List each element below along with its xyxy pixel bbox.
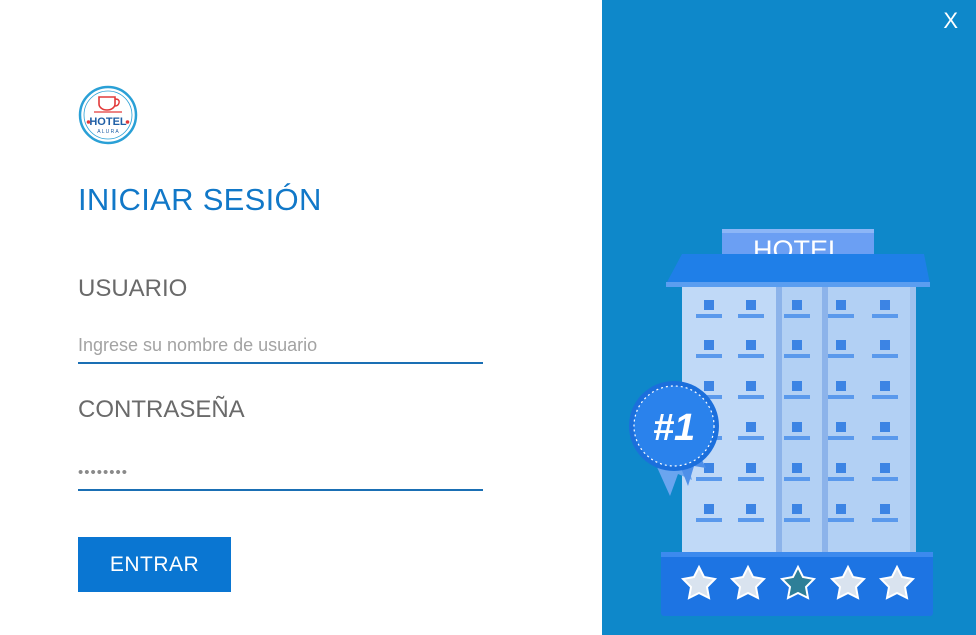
hotel-logo: HOTEL A L U R A [78,85,138,145]
close-button[interactable]: X [943,8,958,34]
svg-text:HOTEL: HOTEL [89,116,127,128]
hotel-illustration-panel: X HOTEL #1 [602,0,976,635]
svg-text:#1: #1 [653,407,695,449]
username-label: USUARIO [78,275,188,302]
password-input[interactable] [78,455,483,491]
page-title: INICIAR SESIÓN [78,182,322,217]
svg-text:A L U R A: A L U R A [97,129,119,135]
username-input[interactable] [78,328,483,364]
login-panel: HOTEL A L U R A INICIAR SESIÓN USUARIO C… [0,0,602,635]
login-button[interactable]: ENTRAR [78,537,231,592]
hotel-building-illustration: HOTEL #1 [629,229,933,616]
password-label: CONTRASEÑA [78,396,245,423]
